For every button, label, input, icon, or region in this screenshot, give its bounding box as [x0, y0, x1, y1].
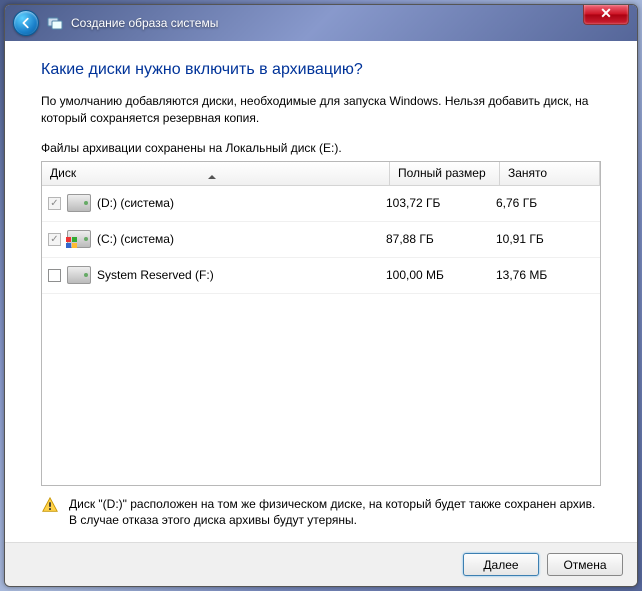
cell-size: 103,72 ГБ: [384, 196, 494, 210]
backup-location-text: Файлы архивации сохранены на Локальный д…: [41, 141, 601, 155]
cell-disk: ✓ (C:) (система): [48, 230, 384, 248]
disk-table: Диск Полный размер Занято ✓ (D:) (система…: [41, 161, 601, 486]
drive-icon: [67, 194, 91, 212]
cell-disk: ✓ (D:) (система): [48, 194, 384, 212]
disk-name: (D:) (система): [97, 196, 174, 210]
disk-checkbox: ✓: [48, 233, 61, 246]
cell-disk: System Reserved (F:): [48, 266, 384, 284]
cell-used: 13,76 МБ: [494, 268, 594, 282]
cell-used: 6,76 ГБ: [494, 196, 594, 210]
window-title: Создание образа системы: [71, 16, 218, 30]
wizard-window: ✕ Создание образа системы Какие диски ну…: [4, 4, 638, 587]
warning-row: Диск "(D:)" расположен на том же физичес…: [41, 486, 601, 534]
table-header: Диск Полный размер Занято: [42, 162, 600, 186]
column-header-size[interactable]: Полный размер: [390, 162, 500, 185]
column-header-used[interactable]: Занято: [500, 162, 600, 185]
page-heading: Какие диски нужно включить в архивацию?: [41, 61, 601, 79]
header-bar: Создание образа системы: [5, 5, 637, 41]
drive-icon: [67, 230, 91, 248]
table-row[interactable]: System Reserved (F:) 100,00 МБ13,76 МБ: [42, 258, 600, 294]
close-button[interactable]: ✕: [583, 5, 629, 25]
table-row[interactable]: ✓ (D:) (система) 103,72 ГБ6,76 ГБ: [42, 186, 600, 222]
disk-checkbox: ✓: [48, 197, 61, 210]
cell-size: 87,88 ГБ: [384, 232, 494, 246]
close-icon: ✕: [600, 5, 612, 21]
footer-bar: Далее Отмена: [5, 542, 637, 586]
back-button[interactable]: [13, 10, 39, 36]
page-description: По умолчанию добавляются диски, необходи…: [41, 93, 601, 127]
warning-text: Диск "(D:)" расположен на том же физичес…: [69, 496, 601, 528]
cell-size: 100,00 МБ: [384, 268, 494, 282]
disk-name: System Reserved (F:): [97, 268, 214, 282]
system-image-icon: [47, 15, 63, 31]
disk-checkbox[interactable]: [48, 269, 61, 282]
windows-flag-icon: [66, 237, 78, 249]
content-area: Какие диски нужно включить в архивацию? …: [5, 41, 637, 542]
disk-name: (C:) (система): [97, 232, 174, 246]
cancel-button[interactable]: Отмена: [547, 553, 623, 576]
column-header-disk[interactable]: Диск: [42, 162, 390, 185]
warning-icon: [41, 496, 59, 514]
table-body: ✓ (D:) (система) 103,72 ГБ6,76 ГБ ✓ (C:) (си…: [42, 186, 600, 485]
drive-icon: [67, 266, 91, 284]
cell-used: 10,91 ГБ: [494, 232, 594, 246]
back-arrow-icon: [19, 16, 33, 30]
table-row[interactable]: ✓ (C:) (система) 87,88 ГБ10,91 ГБ: [42, 222, 600, 258]
next-button[interactable]: Далее: [463, 553, 539, 576]
